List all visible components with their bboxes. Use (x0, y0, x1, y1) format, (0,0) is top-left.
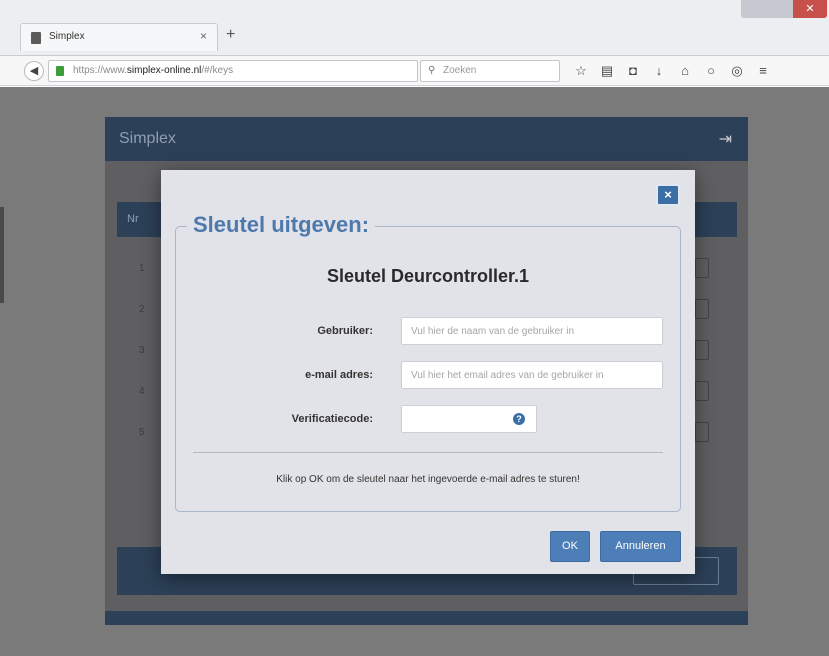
app-bottom-bar (105, 611, 748, 625)
search-icon: ⚲ (428, 65, 436, 76)
cancel-button[interactable]: Annuleren (600, 531, 681, 562)
row-action-button[interactable] (695, 299, 709, 319)
table-row-number: 5 (139, 427, 145, 438)
window-close-button[interactable]: ✕ (793, 0, 827, 18)
reading-list-icon[interactable]: ▤ (600, 62, 614, 80)
download-icon[interactable]: ↓ (652, 62, 666, 80)
page-scrollbar[interactable] (0, 207, 4, 303)
email-input[interactable] (401, 361, 663, 389)
window-controls: ✕ (741, 0, 827, 18)
back-icon[interactable]: ◀ (24, 61, 44, 81)
menu-icon[interactable]: ≡ (756, 62, 770, 80)
table-row-number: 2 (139, 304, 145, 315)
row-action-button[interactable] (695, 422, 709, 442)
browser-titlebar: Simplex × + ✕ (0, 0, 829, 56)
help-button[interactable]: ? (502, 405, 537, 433)
verification-code-label: Verificatiecode: (291, 413, 373, 425)
row-action-button[interactable] (695, 340, 709, 360)
row-action-button[interactable] (695, 381, 709, 401)
browser-navbar: ◀ https://www.simplex-online.nl/#/keys ↻… (0, 56, 829, 86)
email-label: e-mail adres: (305, 369, 373, 381)
user-input[interactable] (401, 317, 663, 345)
ok-button[interactable]: OK (550, 531, 590, 562)
info-text: Klik op OK om de sleutel naar het ingevo… (276, 474, 580, 485)
browser-toolbar: ☆ ▤ ◘ ↓ ⌂ ○ ◎ ≡ (574, 62, 770, 80)
home-icon[interactable]: ⌂ (678, 62, 692, 80)
browser-tab[interactable]: Simplex × (20, 23, 218, 51)
issue-key-modal: × Sleutel uitgeven: Sleutel Deurcontroll… (161, 170, 695, 574)
user-label: Gebruiker: (317, 325, 373, 337)
table-row-number: 1 (139, 263, 145, 274)
tab-title: Simplex (49, 31, 85, 42)
help-icon: ? (513, 413, 525, 425)
table-row-number: 4 (139, 386, 145, 397)
search-placeholder: Zoeken (443, 65, 477, 76)
logout-icon[interactable]: ⇥ (719, 129, 732, 149)
close-icon[interactable]: × (656, 184, 680, 206)
search-bar[interactable]: ⚲ Zoeken (420, 60, 560, 82)
key-title: Sleutel Deurcontroller.1 (326, 266, 530, 286)
favicon-icon (31, 32, 41, 44)
modal-legend: Sleutel uitgeven: (187, 212, 376, 238)
tab-close-icon[interactable]: × (200, 29, 207, 43)
extension-icon[interactable]: ◎ (730, 62, 744, 80)
lock-icon (56, 66, 64, 76)
app-header: Simplex ⇥ (105, 117, 748, 161)
pocket-icon[interactable]: ◘ (626, 62, 640, 80)
column-nr: Nr (127, 213, 139, 225)
app-title: Simplex (119, 130, 176, 147)
url-text: https://www.simplex-online.nl/#/keys (73, 65, 234, 76)
verification-code-input[interactable] (401, 405, 503, 433)
new-tab-button[interactable]: + (226, 26, 235, 44)
chat-icon[interactable]: ○ (704, 62, 718, 80)
table-row-number: 3 (139, 345, 145, 356)
row-action-button[interactable] (695, 258, 709, 278)
bookmark-star-icon[interactable]: ☆ (574, 62, 588, 80)
divider (193, 452, 663, 453)
url-bar[interactable]: https://www.simplex-online.nl/#/keys ↻ (48, 60, 458, 82)
